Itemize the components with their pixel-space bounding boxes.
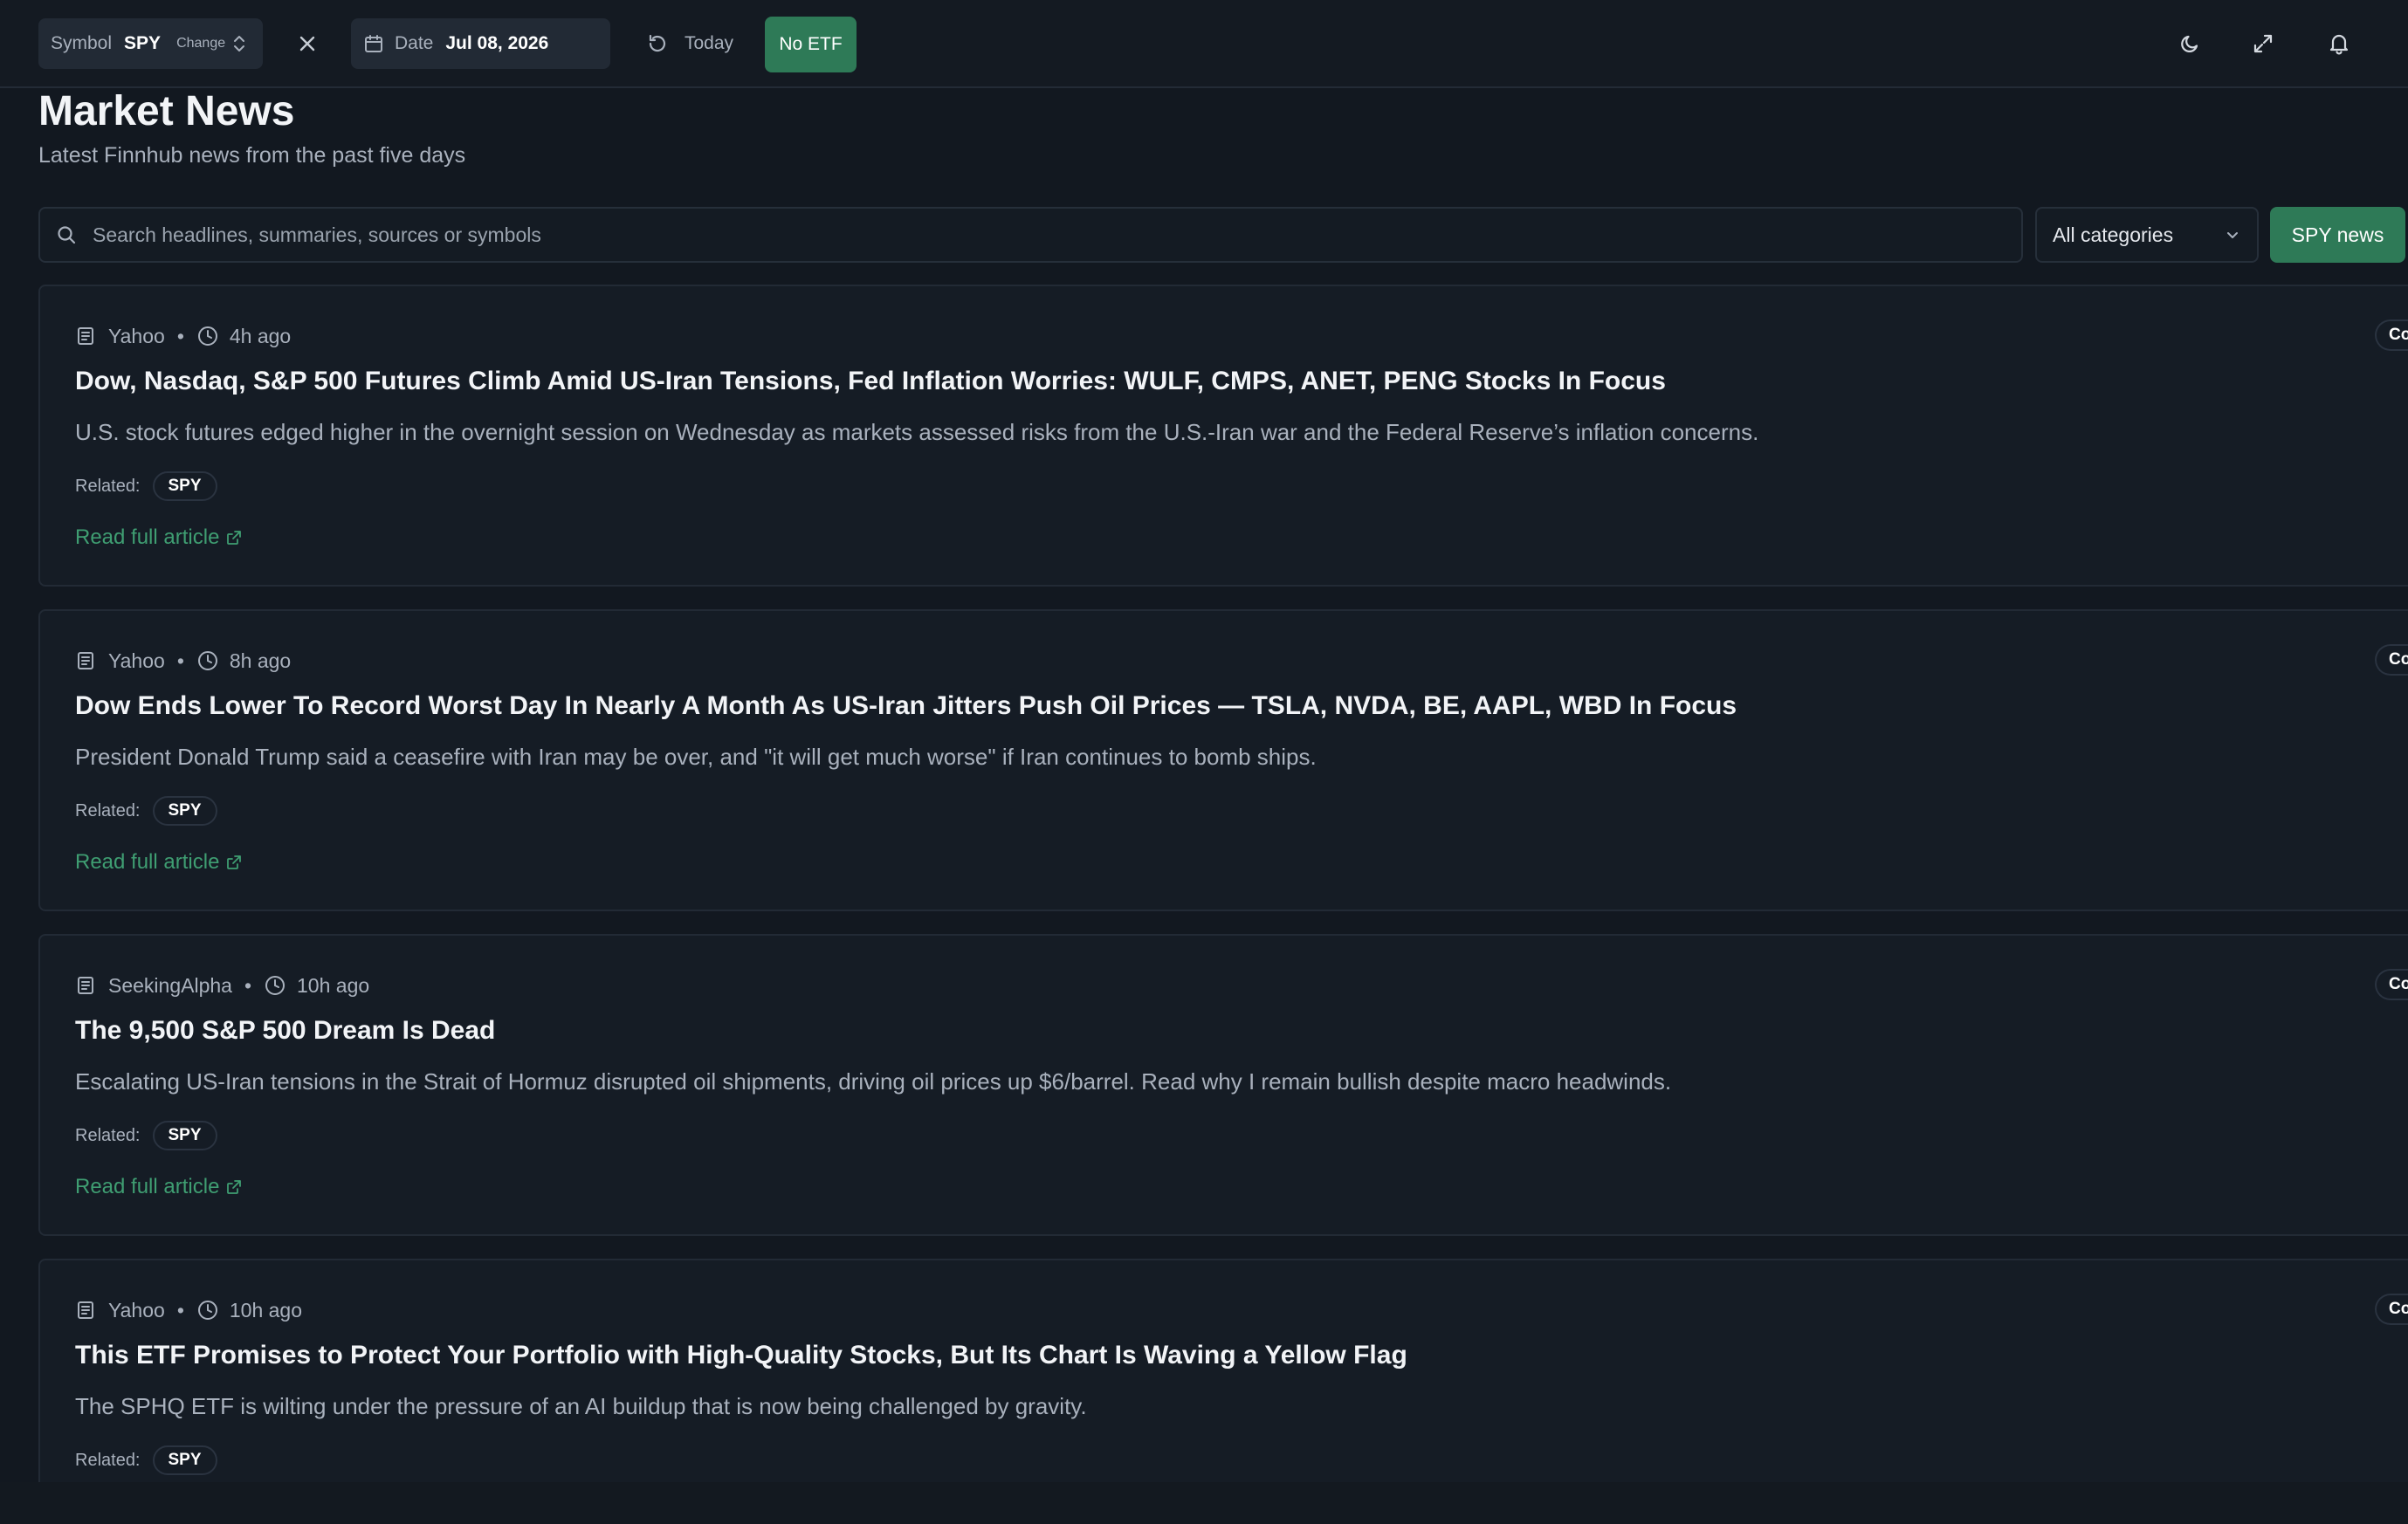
clock-icon bbox=[196, 649, 219, 672]
top-bar: Symbol SPY Change Date Jul 08, 2026 Toda… bbox=[0, 0, 2408, 88]
category-badge: Co bbox=[2375, 319, 2408, 351]
related-symbol-chip[interactable]: SPY bbox=[152, 1445, 217, 1475]
symbol-value: SPY bbox=[124, 33, 162, 53]
related-label: Related: bbox=[75, 1450, 141, 1470]
news-time: 4h ago bbox=[229, 324, 292, 347]
symbol-label: Symbol bbox=[51, 33, 113, 53]
newspaper-icon bbox=[75, 1300, 96, 1321]
date-label: Date bbox=[395, 33, 434, 53]
bell-icon bbox=[2328, 32, 2350, 55]
related-symbol-chip[interactable]: SPY bbox=[152, 1121, 217, 1150]
news-meta: Yahoo • 10h ago bbox=[75, 1297, 302, 1323]
newspaper-icon bbox=[75, 975, 96, 996]
related-row: Related: SPY bbox=[75, 471, 217, 501]
news-source: Yahoo bbox=[108, 324, 165, 347]
chevron-down-icon bbox=[2224, 226, 2241, 244]
related-row: Related: SPY bbox=[75, 796, 217, 826]
news-summary: The SPHQ ETF is wilting under the pressu… bbox=[75, 1393, 1087, 1419]
read-full-article-label: Read full article bbox=[75, 1175, 220, 1198]
news-source: Yahoo bbox=[108, 649, 165, 672]
related-row: Related: SPY bbox=[75, 1445, 217, 1475]
date-picker[interactable]: Date Jul 08, 2026 bbox=[351, 18, 610, 69]
clock-icon bbox=[264, 974, 286, 997]
related-row: Related: SPY bbox=[75, 1121, 217, 1150]
search-input[interactable] bbox=[93, 223, 1926, 247]
no-etf-button[interactable]: No ETF bbox=[765, 17, 857, 72]
read-full-article-label: Read full article bbox=[75, 850, 220, 874]
news-summary: Escalating US-Iran tensions in the Strai… bbox=[75, 1068, 1672, 1095]
calendar-icon bbox=[363, 33, 384, 54]
meta-separator: • bbox=[244, 973, 252, 997]
category-badge: Co bbox=[2375, 1294, 2408, 1325]
external-link-icon bbox=[226, 530, 242, 546]
meta-separator: • bbox=[176, 649, 184, 672]
change-label: Change bbox=[176, 36, 226, 51]
read-full-article-link[interactable]: Read full article bbox=[75, 1175, 242, 1199]
news-headline[interactable]: This ETF Promises to Protect Your Portfo… bbox=[75, 1341, 1407, 1370]
related-label: Related: bbox=[75, 1125, 141, 1145]
date-value: Jul 08, 2026 bbox=[445, 33, 549, 53]
page-subtitle: Latest Finnhub news from the past five d… bbox=[38, 143, 466, 168]
category-badge: Co bbox=[2375, 969, 2408, 1000]
clear-symbol-button[interactable] bbox=[292, 28, 323, 59]
external-link-icon bbox=[226, 1179, 242, 1195]
fullscreen-button[interactable] bbox=[2246, 26, 2281, 61]
today-label: Today bbox=[685, 33, 734, 53]
symbol-selector[interactable]: Symbol SPY Change bbox=[38, 18, 263, 69]
news-source: SeekingAlpha bbox=[108, 973, 232, 997]
related-label: Related: bbox=[75, 476, 141, 496]
category-badge: Co bbox=[2375, 644, 2408, 676]
news-meta: SeekingAlpha • 10h ago bbox=[75, 972, 369, 999]
chevron-up-down-icon bbox=[232, 33, 246, 54]
external-link-icon bbox=[226, 855, 242, 870]
news-list: Yahoo • 4h ago Dow, Nasdaq, S&P 500 Futu… bbox=[38, 285, 2408, 1524]
news-card: Yahoo • 8h ago Dow Ends Lower To Record … bbox=[38, 609, 2408, 911]
category-selected-value: All categories bbox=[2053, 223, 2174, 246]
news-time: 10h ago bbox=[229, 1298, 303, 1321]
meta-separator: • bbox=[176, 1298, 184, 1321]
bottom-bar bbox=[0, 1482, 2408, 1524]
category-select[interactable]: All categories bbox=[2035, 207, 2259, 263]
close-icon bbox=[298, 34, 317, 53]
news-card: Yahoo • 4h ago Dow, Nasdaq, S&P 500 Futu… bbox=[38, 285, 2408, 587]
notifications-button[interactable] bbox=[2322, 26, 2356, 61]
newspaper-icon bbox=[75, 650, 96, 671]
clock-icon bbox=[196, 1299, 219, 1321]
news-card: SeekingAlpha • 10h ago The 9,500 S&P 500… bbox=[38, 934, 2408, 1236]
news-time: 10h ago bbox=[297, 973, 370, 997]
news-headline[interactable]: Dow, Nasdaq, S&P 500 Futures Climb Amid … bbox=[75, 367, 1666, 396]
read-full-article-link[interactable]: Read full article bbox=[75, 850, 242, 875]
read-full-article-label: Read full article bbox=[75, 525, 220, 549]
news-meta: Yahoo • 4h ago bbox=[75, 323, 291, 349]
moon-icon bbox=[2179, 32, 2202, 55]
news-meta: Yahoo • 8h ago bbox=[75, 648, 291, 674]
search-icon bbox=[56, 224, 77, 245]
news-summary: U.S. stock futures edged higher in the o… bbox=[75, 419, 1759, 445]
expand-icon bbox=[2252, 32, 2274, 55]
news-source: Yahoo bbox=[108, 1298, 165, 1321]
meta-separator: • bbox=[176, 324, 184, 347]
today-button[interactable]: Today bbox=[646, 24, 733, 63]
related-label: Related: bbox=[75, 800, 141, 820]
page-title: Market News bbox=[38, 88, 295, 134]
newspaper-icon bbox=[75, 326, 96, 347]
theme-toggle-button[interactable] bbox=[2173, 26, 2208, 61]
related-symbol-chip[interactable]: SPY bbox=[152, 471, 217, 501]
news-headline[interactable]: The 9,500 S&P 500 Dream Is Dead bbox=[75, 1016, 495, 1046]
refresh-icon bbox=[646, 32, 669, 55]
spy-news-button[interactable]: SPY news bbox=[2270, 207, 2405, 263]
search-box bbox=[38, 207, 2023, 263]
news-summary: President Donald Trump said a ceasefire … bbox=[75, 744, 1317, 770]
news-time: 8h ago bbox=[229, 649, 292, 672]
read-full-article-link[interactable]: Read full article bbox=[75, 525, 242, 550]
clock-icon bbox=[196, 325, 219, 347]
related-symbol-chip[interactable]: SPY bbox=[152, 796, 217, 826]
news-headline[interactable]: Dow Ends Lower To Record Worst Day In Ne… bbox=[75, 691, 1737, 721]
